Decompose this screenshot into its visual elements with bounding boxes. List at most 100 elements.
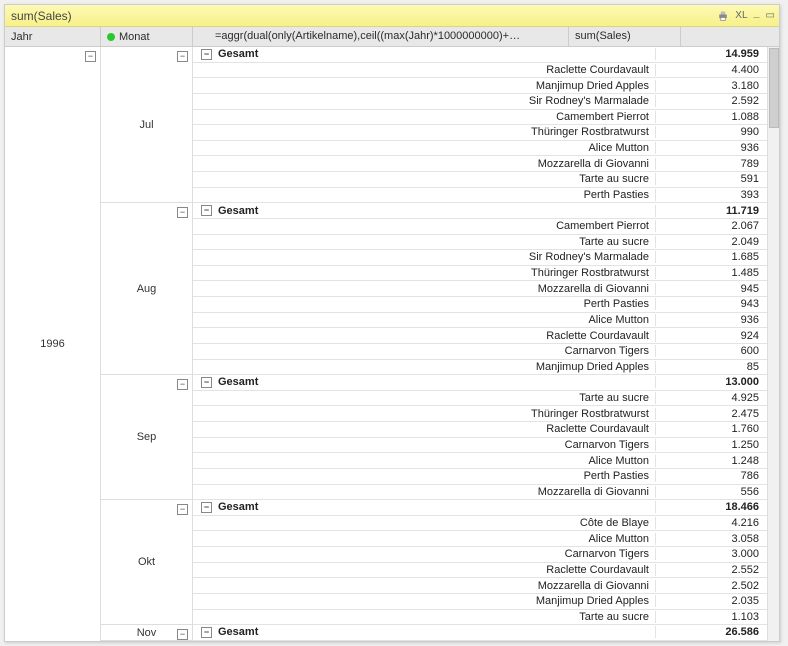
pivot-widget: sum(Sales) XL _ ▭ Jahr Monat =aggr(dual(… <box>4 4 780 642</box>
total-row[interactable]: −Gesamt14.959 <box>193 47 767 63</box>
total-row[interactable]: −Gesamt13.000 <box>193 375 767 391</box>
data-row[interactable]: Camembert Pierrot1.088 <box>193 110 767 126</box>
header-monat[interactable]: Monat <box>101 27 193 46</box>
data-row[interactable]: Manjimup Dried Apples85 <box>193 360 767 376</box>
article-name: Carnarvon Tigers <box>193 345 655 357</box>
sales-value: 556 <box>655 486 767 498</box>
collapse-icon[interactable]: − <box>177 504 188 515</box>
article-name: Mozzarella di Giovanni <box>193 158 655 170</box>
data-row[interactable]: Sir Rodney's Marmalade1.685 <box>193 250 767 266</box>
monat-cell[interactable]: −Nov <box>101 625 192 641</box>
data-row[interactable]: Thüringer Rostbratwurst2.475 <box>193 406 767 422</box>
total-label: Gesamt <box>218 376 258 388</box>
monat-cell[interactable]: − Okt <box>101 500 192 625</box>
minimize-icon[interactable]: _ <box>754 10 760 21</box>
article-name: Mozzarella di Giovanni <box>193 283 655 295</box>
data-row[interactable]: Alice Mutton936 <box>193 141 767 157</box>
scrollbar-thumb[interactable] <box>769 48 779 128</box>
data-row[interactable]: Manjimup Dried Apples3.180 <box>193 78 767 94</box>
data-row[interactable]: Alice Mutton3.058 <box>193 531 767 547</box>
total-row[interactable]: −Gesamt18.466 <box>193 500 767 516</box>
collapse-icon[interactable]: − <box>201 502 212 513</box>
data-row[interactable]: Perth Pasties786 <box>193 469 767 485</box>
vertical-scrollbar[interactable] <box>767 47 779 641</box>
total-label: Gesamt <box>218 48 258 60</box>
article-name: Alice Mutton <box>193 142 655 154</box>
monat-column: − Jul − Aug − Sep − Okt −Nov <box>101 47 193 641</box>
header-sum[interactable]: sum(Sales) <box>569 27 681 46</box>
article-name: Carnarvon Tigers <box>193 439 655 451</box>
data-row[interactable]: Côte de Blaye4.216 <box>193 516 767 532</box>
sales-value: 3.180 <box>655 80 767 92</box>
article-name: Perth Pasties <box>193 470 655 482</box>
article-name: Tarte au sucre <box>193 236 655 248</box>
sales-value: 1.103 <box>655 611 767 623</box>
data-row[interactable]: Mozzarella di Giovanni2.502 <box>193 578 767 594</box>
sales-value: 4.925 <box>655 392 767 404</box>
print-icon[interactable] <box>717 10 729 22</box>
data-row[interactable]: Mozzarella di Giovanni789 <box>193 156 767 172</box>
monat-cell[interactable]: − Aug <box>101 203 192 375</box>
monat-cell[interactable]: − Jul <box>101 47 192 203</box>
collapse-icon[interactable]: − <box>201 205 212 216</box>
export-xl-button[interactable]: XL <box>735 10 747 21</box>
jahr-column: − 1996 <box>5 47 101 641</box>
header-monat-label: Monat <box>119 31 150 43</box>
rows-column: −Gesamt14.959Raclette Courdavault4.400Ma… <box>193 47 767 641</box>
data-row[interactable]: Camembert Pierrot2.067 <box>193 219 767 235</box>
monat-label: Aug <box>137 283 157 295</box>
data-row[interactable]: Perth Pasties393 <box>193 188 767 204</box>
monat-cell[interactable]: − Sep <box>101 375 192 500</box>
title-controls: XL _ ▭ <box>717 10 775 22</box>
data-row[interactable]: Tarte au sucre4.925 <box>193 391 767 407</box>
data-row[interactable]: Carnarvon Tigers1.250 <box>193 438 767 454</box>
collapse-icon[interactable]: − <box>201 49 212 60</box>
header-expression[interactable]: =aggr(dual(only(Artikelname),ceil((max(J… <box>193 27 569 46</box>
sales-value: 990 <box>655 126 767 138</box>
article-name: Tarte au sucre <box>193 173 655 185</box>
article-name: Raclette Courdavault <box>193 64 655 76</box>
monat-label: Sep <box>137 431 157 443</box>
data-row[interactable]: Manjimup Dried Apples2.035 <box>193 594 767 610</box>
total-row[interactable]: −Gesamt26.586 <box>193 625 767 641</box>
data-row[interactable]: Sir Rodney's Marmalade2.592 <box>193 94 767 110</box>
jahr-cell[interactable]: − 1996 <box>5 47 100 641</box>
collapse-icon[interactable]: − <box>201 377 212 388</box>
data-row[interactable]: Mozzarella di Giovanni556 <box>193 485 767 501</box>
data-row[interactable]: Tarte au sucre591 <box>193 172 767 188</box>
article-name: Sir Rodney's Marmalade <box>193 251 655 263</box>
data-row[interactable]: Raclette Courdavault4.400 <box>193 63 767 79</box>
total-label: Gesamt <box>218 205 258 217</box>
close-icon[interactable]: ▭ <box>766 10 775 22</box>
collapse-icon[interactable]: − <box>177 629 188 640</box>
data-row[interactable]: Alice Mutton936 <box>193 313 767 329</box>
data-row[interactable]: Raclette Courdavault1.760 <box>193 422 767 438</box>
selection-indicator-icon <box>107 33 115 41</box>
data-row[interactable]: Thüringer Rostbratwurst1.485 <box>193 266 767 282</box>
article-name: Perth Pasties <box>193 189 655 201</box>
sales-value: 2.592 <box>655 95 767 107</box>
collapse-icon[interactable]: − <box>85 51 96 62</box>
data-row[interactable]: Carnarvon Tigers3.000 <box>193 547 767 563</box>
collapse-icon[interactable]: − <box>177 379 188 390</box>
collapse-icon[interactable]: − <box>201 627 212 638</box>
collapse-icon[interactable]: − <box>177 51 188 62</box>
data-row[interactable]: Tarte au sucre2.049 <box>193 235 767 251</box>
data-row[interactable]: Raclette Courdavault924 <box>193 328 767 344</box>
header-jahr-label: Jahr <box>11 31 32 43</box>
header-jahr[interactable]: Jahr <box>5 27 101 46</box>
data-row[interactable]: Carnarvon Tigers600 <box>193 344 767 360</box>
data-row[interactable]: Thüringer Rostbratwurst990 <box>193 125 767 141</box>
data-row[interactable]: Perth Pasties943 <box>193 297 767 313</box>
collapse-icon[interactable]: − <box>177 207 188 218</box>
data-row[interactable]: Alice Mutton1.248 <box>193 453 767 469</box>
data-row[interactable]: Raclette Courdavault2.552 <box>193 563 767 579</box>
article-name: Thüringer Rostbratwurst <box>193 126 655 138</box>
data-row[interactable]: Tarte au sucre1.103 <box>193 610 767 626</box>
data-row[interactable]: Mozzarella di Giovanni945 <box>193 281 767 297</box>
monat-label: Jul <box>139 119 153 131</box>
article-name: Manjimup Dried Apples <box>193 595 655 607</box>
total-row[interactable]: −Gesamt11.719 <box>193 203 767 219</box>
widget-title: sum(Sales) <box>11 9 717 23</box>
monat-label: Okt <box>138 556 155 568</box>
